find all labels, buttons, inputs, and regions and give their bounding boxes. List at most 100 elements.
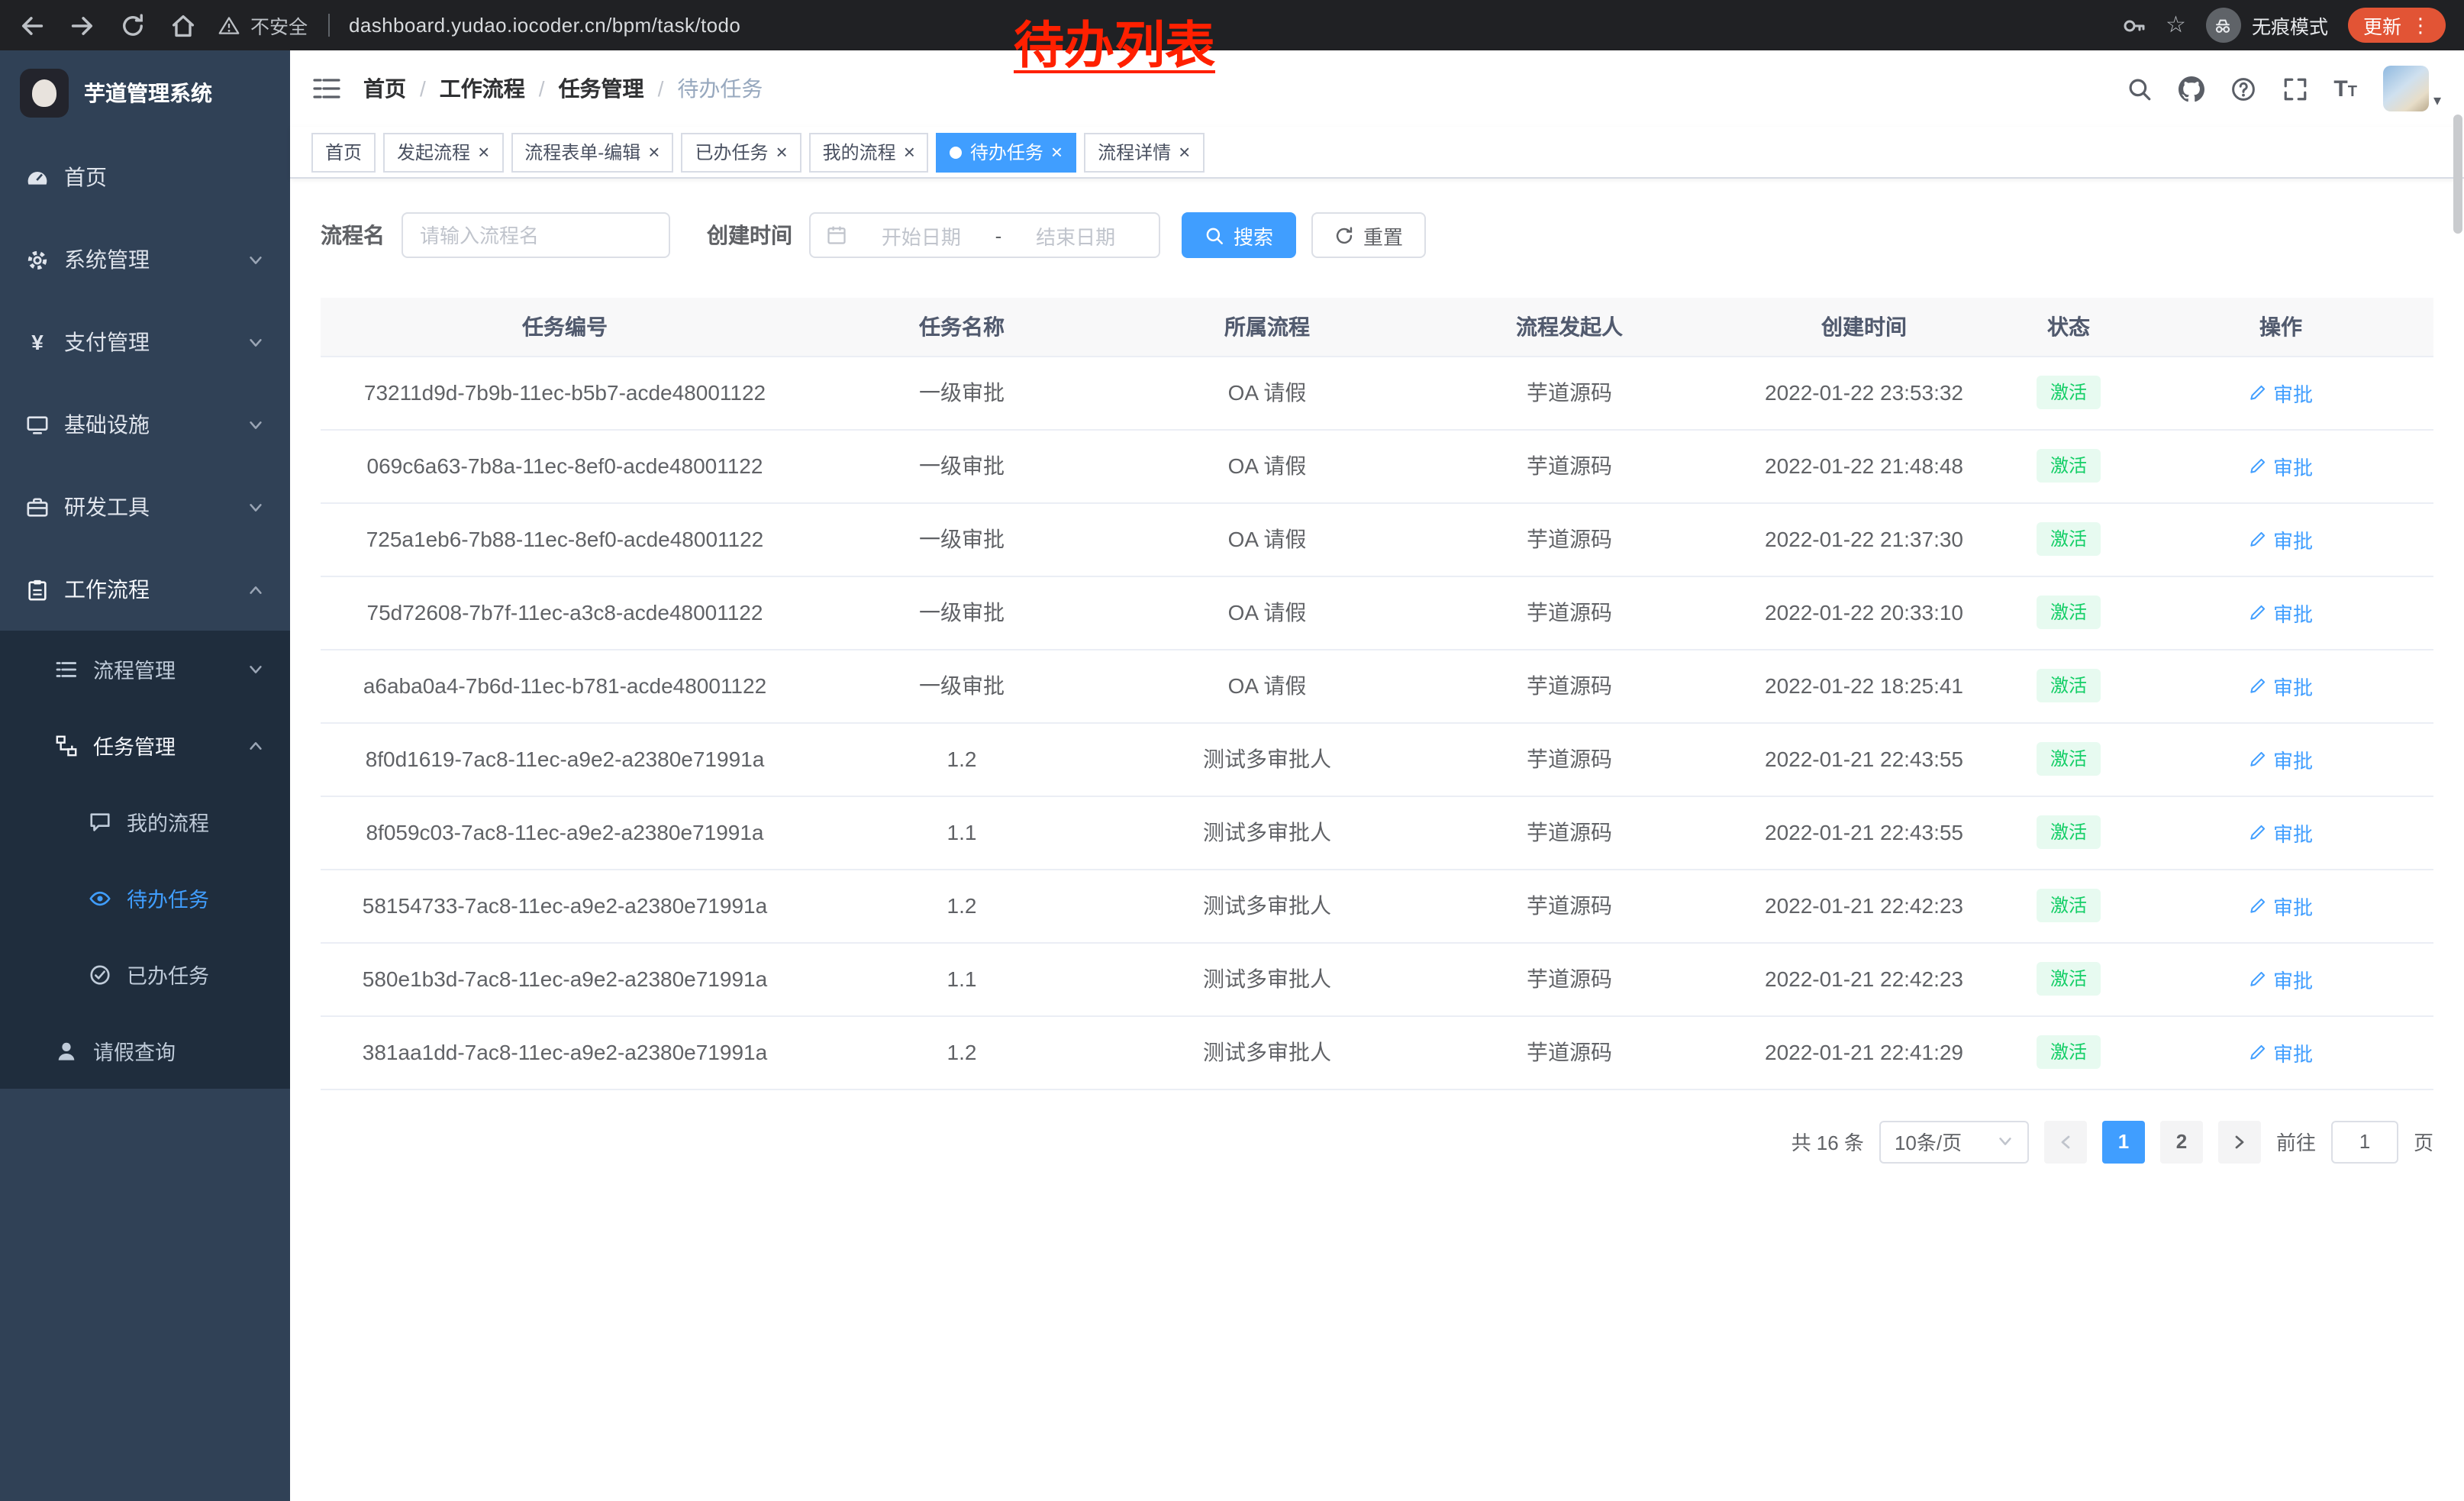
- person-icon: [55, 1039, 78, 1062]
- close-icon[interactable]: ×: [904, 142, 915, 162]
- github-icon[interactable]: [2178, 76, 2204, 102]
- address-divider: [327, 14, 329, 37]
- approve-link[interactable]: 审批: [2249, 964, 2313, 993]
- goto-label: 前往: [2276, 1127, 2316, 1156]
- approve-link[interactable]: 审批: [2249, 525, 2313, 554]
- goto-unit-label: 页: [2414, 1127, 2433, 1156]
- prev-page-button[interactable]: [2044, 1120, 2087, 1163]
- tab-form-editor[interactable]: 流程表单-编辑 ×: [511, 132, 673, 172]
- breadcrumb-home[interactable]: 首页: [363, 73, 406, 104]
- security-label: 不安全: [250, 11, 308, 40]
- approve-link[interactable]: 审批: [2249, 744, 2313, 773]
- close-icon[interactable]: ×: [1179, 142, 1190, 162]
- cell-task-name: 一级审批: [809, 356, 1114, 429]
- chevron-down-icon: [247, 499, 264, 515]
- browser-reload-icon[interactable]: [119, 11, 147, 39]
- approve-link[interactable]: 审批: [2249, 671, 2313, 700]
- next-page-button[interactable]: [2218, 1120, 2261, 1163]
- goto-page-input[interactable]: [2331, 1120, 2398, 1163]
- close-icon[interactable]: ×: [1051, 142, 1063, 162]
- page-button-2[interactable]: 2: [2160, 1120, 2203, 1163]
- scrollbar-thumb[interactable]: [2453, 115, 2462, 234]
- approve-link[interactable]: 审批: [2249, 818, 2313, 847]
- close-icon[interactable]: ×: [776, 142, 787, 162]
- tab-todo-tasks[interactable]: 待办任务 ×: [937, 132, 1076, 172]
- breadcrumb-task-management[interactable]: 任务管理: [559, 73, 644, 104]
- sidebar-item-infrastructure[interactable]: 基础设施: [0, 383, 290, 466]
- date-range-picker[interactable]: 开始日期 - 结束日期: [809, 212, 1160, 258]
- total-count: 共 16 条: [1792, 1127, 1864, 1156]
- address-bar[interactable]: 不安全 dashboard.yudao.iocoder.cn/bpm/task/…: [218, 11, 740, 40]
- chrome-actions: ☆ 无痕模式 更新 ⋮: [2121, 8, 2446, 43]
- sidebar-item-my-processes[interactable]: 我的流程: [0, 783, 290, 860]
- refresh-icon: [1334, 225, 1354, 245]
- cell-task-id: 069c6a63-7b8a-11ec-8ef0-acde48001122: [321, 429, 809, 502]
- chevron-right-icon: [2230, 1132, 2249, 1151]
- approve-link[interactable]: 审批: [2249, 378, 2313, 407]
- approve-link[interactable]: 审批: [2249, 891, 2313, 920]
- sidebar-item-system[interactable]: 系统管理: [0, 218, 290, 301]
- table-row: 725a1eb6-7b88-11ec-8ef0-acde48001122 一级审…: [321, 502, 2433, 576]
- sidebar-item-leave-query[interactable]: 请假查询: [0, 1012, 290, 1089]
- help-icon[interactable]: [2230, 76, 2256, 102]
- browser-update-button[interactable]: 更新 ⋮: [2348, 8, 2446, 43]
- sidebar-item-workflow[interactable]: 工作流程: [0, 548, 290, 631]
- breadcrumb-workflow[interactable]: 工作流程: [440, 73, 525, 104]
- app-logo: [20, 69, 69, 118]
- page-button-1[interactable]: 1: [2102, 1120, 2145, 1163]
- sidebar-collapse-icon[interactable]: [313, 76, 340, 101]
- close-icon[interactable]: ×: [648, 142, 660, 162]
- browser-home-icon[interactable]: [169, 11, 197, 39]
- tab-process-detail[interactable]: 流程详情 ×: [1084, 132, 1204, 172]
- page-size-select[interactable]: 10条/页: [1879, 1120, 2029, 1163]
- chevron-up-icon: [247, 581, 264, 598]
- approve-link[interactable]: 审批: [2249, 1038, 2313, 1067]
- tab-home[interactable]: 首页: [311, 132, 376, 172]
- briefcase-icon: [26, 495, 49, 518]
- approve-link[interactable]: 审批: [2249, 451, 2313, 480]
- cell-task-id: 8f0d1619-7ac8-11ec-a9e2-a2380e71991a: [321, 722, 809, 796]
- cell-created: 2022-01-22 21:37:30: [1719, 502, 2009, 576]
- tab-done-tasks[interactable]: 已办任务 ×: [681, 132, 801, 172]
- edit-icon: [2249, 896, 2267, 915]
- cell-initiator: 芋道源码: [1420, 576, 1719, 649]
- password-key-icon[interactable]: [2121, 13, 2146, 37]
- cell-task-id: 75d72608-7b7f-11ec-a3c8-acde48001122: [321, 576, 809, 649]
- sidebar-item-payment[interactable]: ¥ 支付管理: [0, 301, 290, 383]
- approve-link[interactable]: 审批: [2249, 598, 2313, 627]
- sidebar-item-home[interactable]: 首页: [0, 136, 290, 218]
- not-secure-icon: [218, 15, 240, 36]
- font-size-icon[interactable]: TT: [2333, 77, 2357, 100]
- sidebar-item-task-management[interactable]: 任务管理: [0, 707, 290, 783]
- close-icon[interactable]: ×: [478, 142, 489, 162]
- cell-initiator: 芋道源码: [1420, 356, 1719, 429]
- process-name-input[interactable]: [402, 212, 670, 258]
- check-circle-icon: [89, 963, 111, 986]
- status-badge: 激活: [2037, 521, 2101, 557]
- chevron-down-icon: [247, 416, 264, 433]
- cell-initiator: 芋道源码: [1420, 649, 1719, 722]
- user-menu[interactable]: ▾: [2383, 66, 2441, 111]
- search-button[interactable]: 搜索: [1182, 212, 1296, 258]
- sidebar-item-todo-tasks[interactable]: 待办任务: [0, 860, 290, 936]
- fullscreen-icon[interactable]: [2282, 76, 2308, 102]
- tab-my-processes[interactable]: 我的流程 ×: [809, 132, 929, 172]
- tab-start-process[interactable]: 发起流程 ×: [383, 132, 503, 172]
- profile-chip[interactable]: 无痕模式: [2206, 8, 2328, 43]
- cell-process: OA 请假: [1114, 429, 1420, 502]
- edit-icon: [2249, 457, 2267, 475]
- browser-back-icon[interactable]: [18, 11, 46, 39]
- sidebar-item-done-tasks[interactable]: 已办任务: [0, 936, 290, 1012]
- reset-button[interactable]: 重置: [1311, 212, 1426, 258]
- search-icon[interactable]: [2126, 76, 2152, 102]
- status-badge: 激活: [2037, 741, 2101, 776]
- monitor-icon: [26, 413, 49, 436]
- cell-initiator: 芋道源码: [1420, 722, 1719, 796]
- bookmark-star-icon[interactable]: ☆: [2166, 14, 2186, 37]
- sidebar-item-devtools[interactable]: 研发工具: [0, 466, 290, 548]
- cell-process: 测试多审批人: [1114, 869, 1420, 942]
- top-navbar: 首页 / 工作流程 / 任务管理 / 待办任务 TT: [290, 50, 2464, 127]
- cell-initiator: 芋道源码: [1420, 942, 1719, 1015]
- browser-forward-icon[interactable]: [69, 11, 96, 39]
- sidebar-item-process-management[interactable]: 流程管理: [0, 631, 290, 707]
